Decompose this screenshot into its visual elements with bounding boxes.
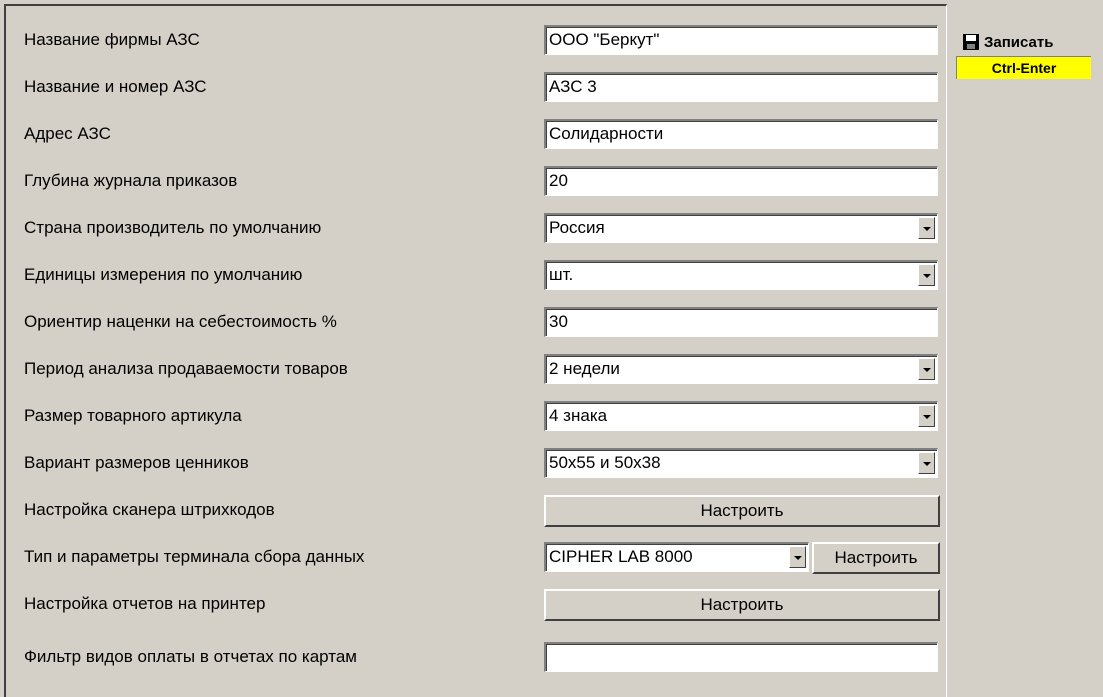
chevron-down-icon[interactable] [789, 546, 806, 568]
floppy-disk-icon [963, 34, 979, 50]
default-country-select[interactable]: Россия [544, 213, 938, 243]
markup-target-input[interactable]: 30 [544, 307, 938, 337]
price-tag-size-value: 50x55 и 50x38 [549, 453, 661, 472]
row-sales-period: Период анализа продаваемости товаров 2 н… [6, 347, 946, 391]
station-address-input[interactable]: Солидарности [544, 119, 938, 149]
default-units-value: шт. [549, 265, 574, 284]
chevron-down-icon[interactable] [918, 264, 935, 286]
row-printer-reports: Настройка отчетов на принтер Настроить [6, 582, 946, 626]
row-default-units: Единицы измерения по умолчанию шт. [6, 253, 946, 297]
sku-size-label: Размер товарного артикула [24, 406, 242, 425]
row-default-country: Страна производитель по умолчанию Россия [6, 206, 946, 250]
default-units-label: Единицы измерения по умолчанию [24, 265, 303, 284]
company-name-input[interactable]: ООО "Беркут" [544, 25, 938, 55]
hotkey-hint: Ctrl-Enter [956, 56, 1091, 79]
chevron-down-icon[interactable] [918, 405, 935, 427]
row-order-log-depth: Глубина журнала приказов 20 [6, 159, 946, 203]
chevron-down-icon[interactable] [918, 358, 935, 380]
sales-period-select[interactable]: 2 недели [544, 354, 938, 384]
order-log-depth-input[interactable]: 20 [544, 166, 938, 196]
order-log-depth-label: Глубина журнала приказов [24, 171, 238, 190]
save-button[interactable]: Записать [953, 28, 1093, 56]
sales-period-value: 2 недели [549, 359, 620, 378]
data-terminal-value: CIPHER LAB 8000 [549, 547, 693, 566]
row-markup-target: Ориентир наценки на себестоимость % 30 [6, 300, 946, 344]
station-name-label: Название и номер АЗС [24, 77, 207, 96]
save-label: Записать [984, 33, 1054, 51]
default-country-value: Россия [549, 218, 605, 237]
printer-reports-label: Настройка отчетов на принтер [24, 594, 266, 613]
configure-scanner-button[interactable]: Настроить [544, 495, 940, 527]
sku-size-select[interactable]: 4 знака [544, 401, 938, 431]
configure-terminal-button[interactable]: Настроить [812, 542, 940, 574]
data-terminal-select[interactable]: CIPHER LAB 8000 [544, 542, 809, 572]
barcode-scanner-label: Настройка сканера штрихкодов [24, 500, 275, 519]
payment-filter-label: Фильтр видов оплаты в отчетах по картам [24, 647, 357, 666]
station-address-label: Адрес АЗС [24, 124, 111, 143]
row-payment-filter: Фильтр видов оплаты в отчетах по картам [6, 635, 946, 679]
row-station-address: Адрес АЗС Солидарности [6, 112, 946, 156]
save-panel: Записать Ctrl-Enter [953, 28, 1093, 79]
chevron-down-icon[interactable] [918, 217, 935, 239]
price-tag-size-select[interactable]: 50x55 и 50x38 [544, 448, 938, 478]
configure-printer-button[interactable]: Настроить [544, 589, 940, 621]
sku-size-value: 4 знака [549, 406, 608, 425]
default-units-select[interactable]: шт. [544, 260, 938, 290]
payment-filter-input[interactable] [544, 642, 938, 672]
data-terminal-label: Тип и параметры терминала сбора данных [24, 547, 365, 566]
row-sku-size: Размер товарного артикула 4 знака [6, 394, 946, 438]
settings-form: Название фирмы АЗС ООО "Беркут" Название… [4, 4, 947, 697]
chevron-down-icon[interactable] [918, 452, 935, 474]
row-data-terminal: Тип и параметры терминала сбора данных C… [6, 535, 946, 579]
row-barcode-scanner: Настройка сканера штрихкодов Настроить [6, 488, 946, 532]
default-country-label: Страна производитель по умолчанию [24, 218, 322, 237]
price-tag-size-label: Вариант размеров ценников [24, 453, 249, 472]
station-name-input[interactable]: АЗС 3 [544, 72, 938, 102]
sales-period-label: Период анализа продаваемости товаров [24, 359, 348, 378]
row-price-tag-size: Вариант размеров ценников 50x55 и 50x38 [6, 441, 946, 485]
row-station-name: Название и номер АЗС АЗС 3 [6, 65, 946, 109]
company-name-label: Название фирмы АЗС [24, 30, 200, 49]
markup-target-label: Ориентир наценки на себестоимость % [24, 312, 337, 331]
row-company-name: Название фирмы АЗС ООО "Беркут" [6, 18, 946, 62]
